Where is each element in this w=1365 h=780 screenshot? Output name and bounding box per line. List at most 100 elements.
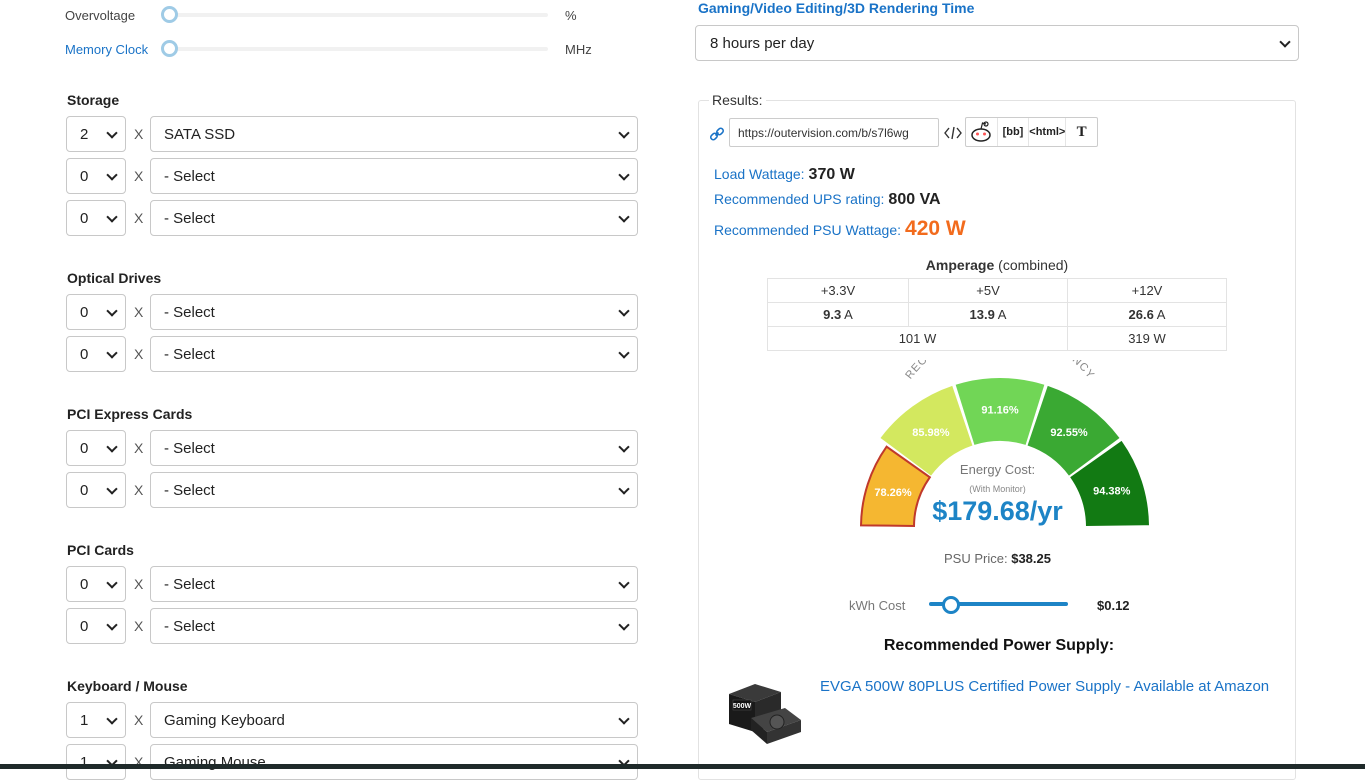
- select-value: - Select: [164, 575, 215, 593]
- chevron-down-icon: [106, 483, 118, 495]
- amp-unit: A: [994, 307, 1007, 322]
- select-value: - Select: [164, 167, 215, 185]
- psu-product-image[interactable]: 500W: [725, 680, 805, 748]
- storage-qty-2[interactable]: 0: [66, 158, 126, 194]
- recommended-psu-link[interactable]: EVGA 500W 80PLUS Certified Power Supply …: [820, 678, 1269, 695]
- pcie-qty-2[interactable]: 0: [66, 472, 126, 508]
- chevron-down-icon: [106, 347, 118, 359]
- chevron-down-icon: [618, 347, 630, 359]
- results-label: Results:: [709, 92, 766, 108]
- usage-select[interactable]: 8 hours per day: [695, 25, 1299, 61]
- optical-qty-2[interactable]: 0: [66, 336, 126, 372]
- chevron-down-icon: [106, 713, 118, 725]
- amperage-table: +3.3V +5V +12V 9.3 A 13.9 A 26.6 A 101 W…: [767, 278, 1227, 351]
- pci-select-1[interactable]: - Select: [150, 566, 638, 602]
- chevron-down-icon: [106, 127, 118, 139]
- rail-12v: +12V: [1067, 278, 1227, 303]
- select-value: - Select: [164, 617, 215, 635]
- optical-select-2[interactable]: - Select: [150, 336, 638, 372]
- overvoltage-label: Overvoltage: [65, 8, 136, 23]
- storage-select-2[interactable]: - Select: [150, 158, 638, 194]
- times-label: X: [134, 304, 144, 320]
- html-share-button[interactable]: <html>: [1029, 118, 1067, 146]
- pci-select-2[interactable]: - Select: [150, 608, 638, 644]
- chevron-down-icon: [106, 211, 118, 223]
- chevron-down-icon: [618, 169, 630, 181]
- select-value: SATA SSD: [164, 125, 236, 143]
- pcie-select-2[interactable]: - Select: [150, 472, 638, 508]
- pci-qty-1[interactable]: 0: [66, 566, 126, 602]
- psu-wattage-label[interactable]: Recommended PSU Wattage:: [714, 222, 901, 238]
- chevron-down-icon: [618, 577, 630, 589]
- select-value: - Select: [164, 345, 215, 363]
- memory-clock-label[interactable]: Memory Clock: [65, 42, 148, 57]
- optical-select-1[interactable]: - Select: [150, 294, 638, 330]
- share-toolbar: [bb] <html> T: [965, 117, 1098, 147]
- times-label: X: [134, 168, 144, 184]
- text-share-button[interactable]: T: [1066, 118, 1097, 146]
- storage-select-3[interactable]: - Select: [150, 200, 638, 236]
- times-label: X: [134, 576, 144, 592]
- share-url-input[interactable]: https://outervision.com/b/s7l6wg: [729, 118, 939, 147]
- times-label: X: [134, 210, 144, 226]
- gauge-segment-label: 91.16%: [981, 405, 1019, 417]
- amp-unit: A: [1153, 307, 1166, 322]
- bbcode-share-button[interactable]: [bb]: [998, 118, 1030, 146]
- times-label: X: [134, 440, 144, 456]
- psu-price-label: PSU Price:: [944, 551, 1008, 566]
- times-label: X: [134, 346, 144, 362]
- pcie-title: PCI Express Cards: [67, 406, 193, 422]
- amp-value: 13.9: [969, 307, 995, 322]
- qty-value: 0: [80, 481, 89, 499]
- chevron-down-icon: [618, 713, 630, 725]
- energy-cost-value: $179.68/yr: [932, 496, 1063, 526]
- overvoltage-track[interactable]: [170, 13, 548, 17]
- pci-qty-2[interactable]: 0: [66, 608, 126, 644]
- storage-qty-3[interactable]: 0: [66, 200, 126, 236]
- load-wattage-row: Load Wattage: 370 W: [714, 166, 855, 184]
- storage-qty-1[interactable]: 2: [66, 116, 126, 152]
- select-value: - Select: [164, 481, 215, 499]
- memory-clock-track[interactable]: [170, 47, 548, 51]
- select-value: - Select: [164, 303, 215, 321]
- bottom-status-bar: [0, 764, 1365, 769]
- keyboard-qty-1[interactable]: 1: [66, 702, 126, 738]
- psu-price-value: $38.25: [1011, 551, 1051, 566]
- kwh-slider-knob[interactable]: [942, 596, 960, 614]
- watts-high: 319 W: [1067, 326, 1227, 351]
- amperage-title-rest: (combined): [994, 257, 1069, 273]
- link-icon[interactable]: [709, 126, 725, 142]
- qty-value: 0: [80, 345, 89, 363]
- chevron-down-icon: [618, 305, 630, 317]
- ups-rating-label[interactable]: Recommended UPS rating:: [714, 191, 884, 207]
- chevron-down-icon: [106, 619, 118, 631]
- embed-code-icon[interactable]: [944, 125, 962, 141]
- gauge-segment-label: 85.98%: [912, 427, 950, 439]
- amp-3v3: 9.3 A: [767, 302, 909, 327]
- optical-qty-1[interactable]: 0: [66, 294, 126, 330]
- usage-title: Gaming/Video Editing/3D Rendering Time: [698, 0, 975, 16]
- reddit-share-button[interactable]: [966, 118, 998, 146]
- keyboard-select-2[interactable]: Gaming Mouse: [150, 744, 638, 780]
- ups-rating-row: Recommended UPS rating: 800 VA: [714, 191, 941, 209]
- chevron-down-icon: [106, 577, 118, 589]
- storage-select-1[interactable]: SATA SSD: [150, 116, 638, 152]
- select-value: Gaming Keyboard: [164, 711, 285, 729]
- chevron-down-icon: [618, 619, 630, 631]
- chevron-down-icon: [106, 441, 118, 453]
- table-row: 9.3 A 13.9 A 26.6 A: [767, 302, 1227, 327]
- keyboard-title: Keyboard / Mouse: [67, 678, 188, 694]
- qty-value: 0: [80, 209, 89, 227]
- overvoltage-knob[interactable]: [161, 6, 178, 23]
- memory-clock-unit: MHz: [565, 42, 592, 57]
- pcie-select-1[interactable]: - Select: [150, 430, 638, 466]
- memory-clock-knob[interactable]: [161, 40, 178, 57]
- qty-value: 1: [80, 711, 89, 729]
- pcie-qty-1[interactable]: 0: [66, 430, 126, 466]
- keyboard-qty-2[interactable]: 1: [66, 744, 126, 780]
- psu-price: PSU Price: $38.25: [900, 551, 1095, 566]
- chevron-down-icon: [106, 305, 118, 317]
- chevron-down-icon: [618, 211, 630, 223]
- load-wattage-label[interactable]: Load Wattage:: [714, 166, 805, 182]
- keyboard-select-1[interactable]: Gaming Keyboard: [150, 702, 638, 738]
